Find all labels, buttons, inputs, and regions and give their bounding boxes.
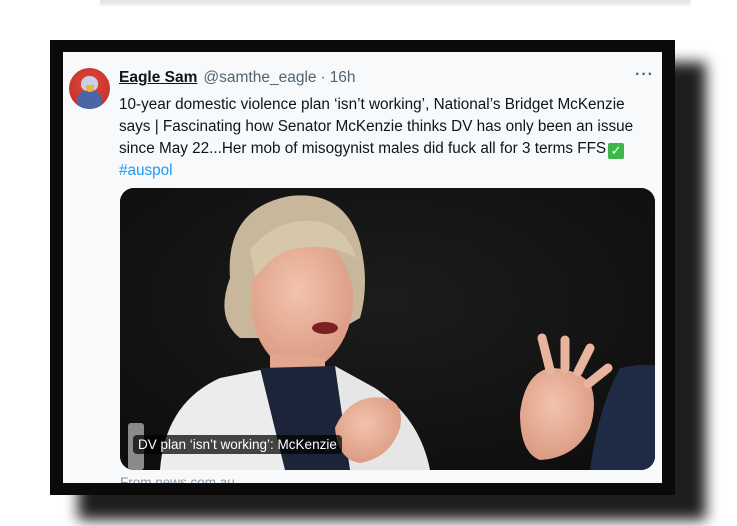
tweet-card[interactable]: Eagle Sam @samthe_eagle · 16h ··· 10-yea… [63, 52, 662, 483]
link-card-image[interactable]: DV plan ‘isn’t working’: McKenzie [120, 188, 655, 470]
check-mark-emoji-icon: ✓ [608, 143, 625, 159]
photo-of-speaker [120, 188, 655, 470]
tweet-header: Eagle Sam @samthe_eagle · 16h [119, 69, 356, 89]
eagle-avatar-icon[interactable] [69, 68, 110, 109]
avatar-bird-body [77, 90, 102, 109]
hashtag-link[interactable]: #auspol [119, 160, 659, 182]
display-name-link[interactable]: Eagle Sam [119, 69, 197, 87]
more-options-icon[interactable]: ··· [635, 66, 654, 84]
avatar-bird-beak [86, 85, 94, 92]
tweet-text-line: says | Fascinating how Senator McKenzie … [119, 118, 634, 135]
tweet-text-line: since May 22...Her mob of misogynist mal… [119, 138, 659, 160]
user-handle[interactable]: @samthe_eagle [203, 69, 316, 87]
timestamp-link[interactable]: 16h [330, 69, 356, 87]
tweet-text-line-content: since May 22...Her mob of misogynist mal… [119, 140, 607, 157]
tweet-text: 10-year domestic violence plan ‘isn’t wo… [119, 94, 659, 182]
page-edge-strip [100, 0, 690, 3]
tweet-text-line: 10-year domestic violence plan ‘isn’t wo… [119, 96, 625, 113]
header-separator: · [320, 69, 326, 86]
link-source-text[interactable]: From news.com.au [120, 475, 235, 483]
media-caption: DV plan ‘isn’t working’: McKenzie [133, 435, 342, 454]
